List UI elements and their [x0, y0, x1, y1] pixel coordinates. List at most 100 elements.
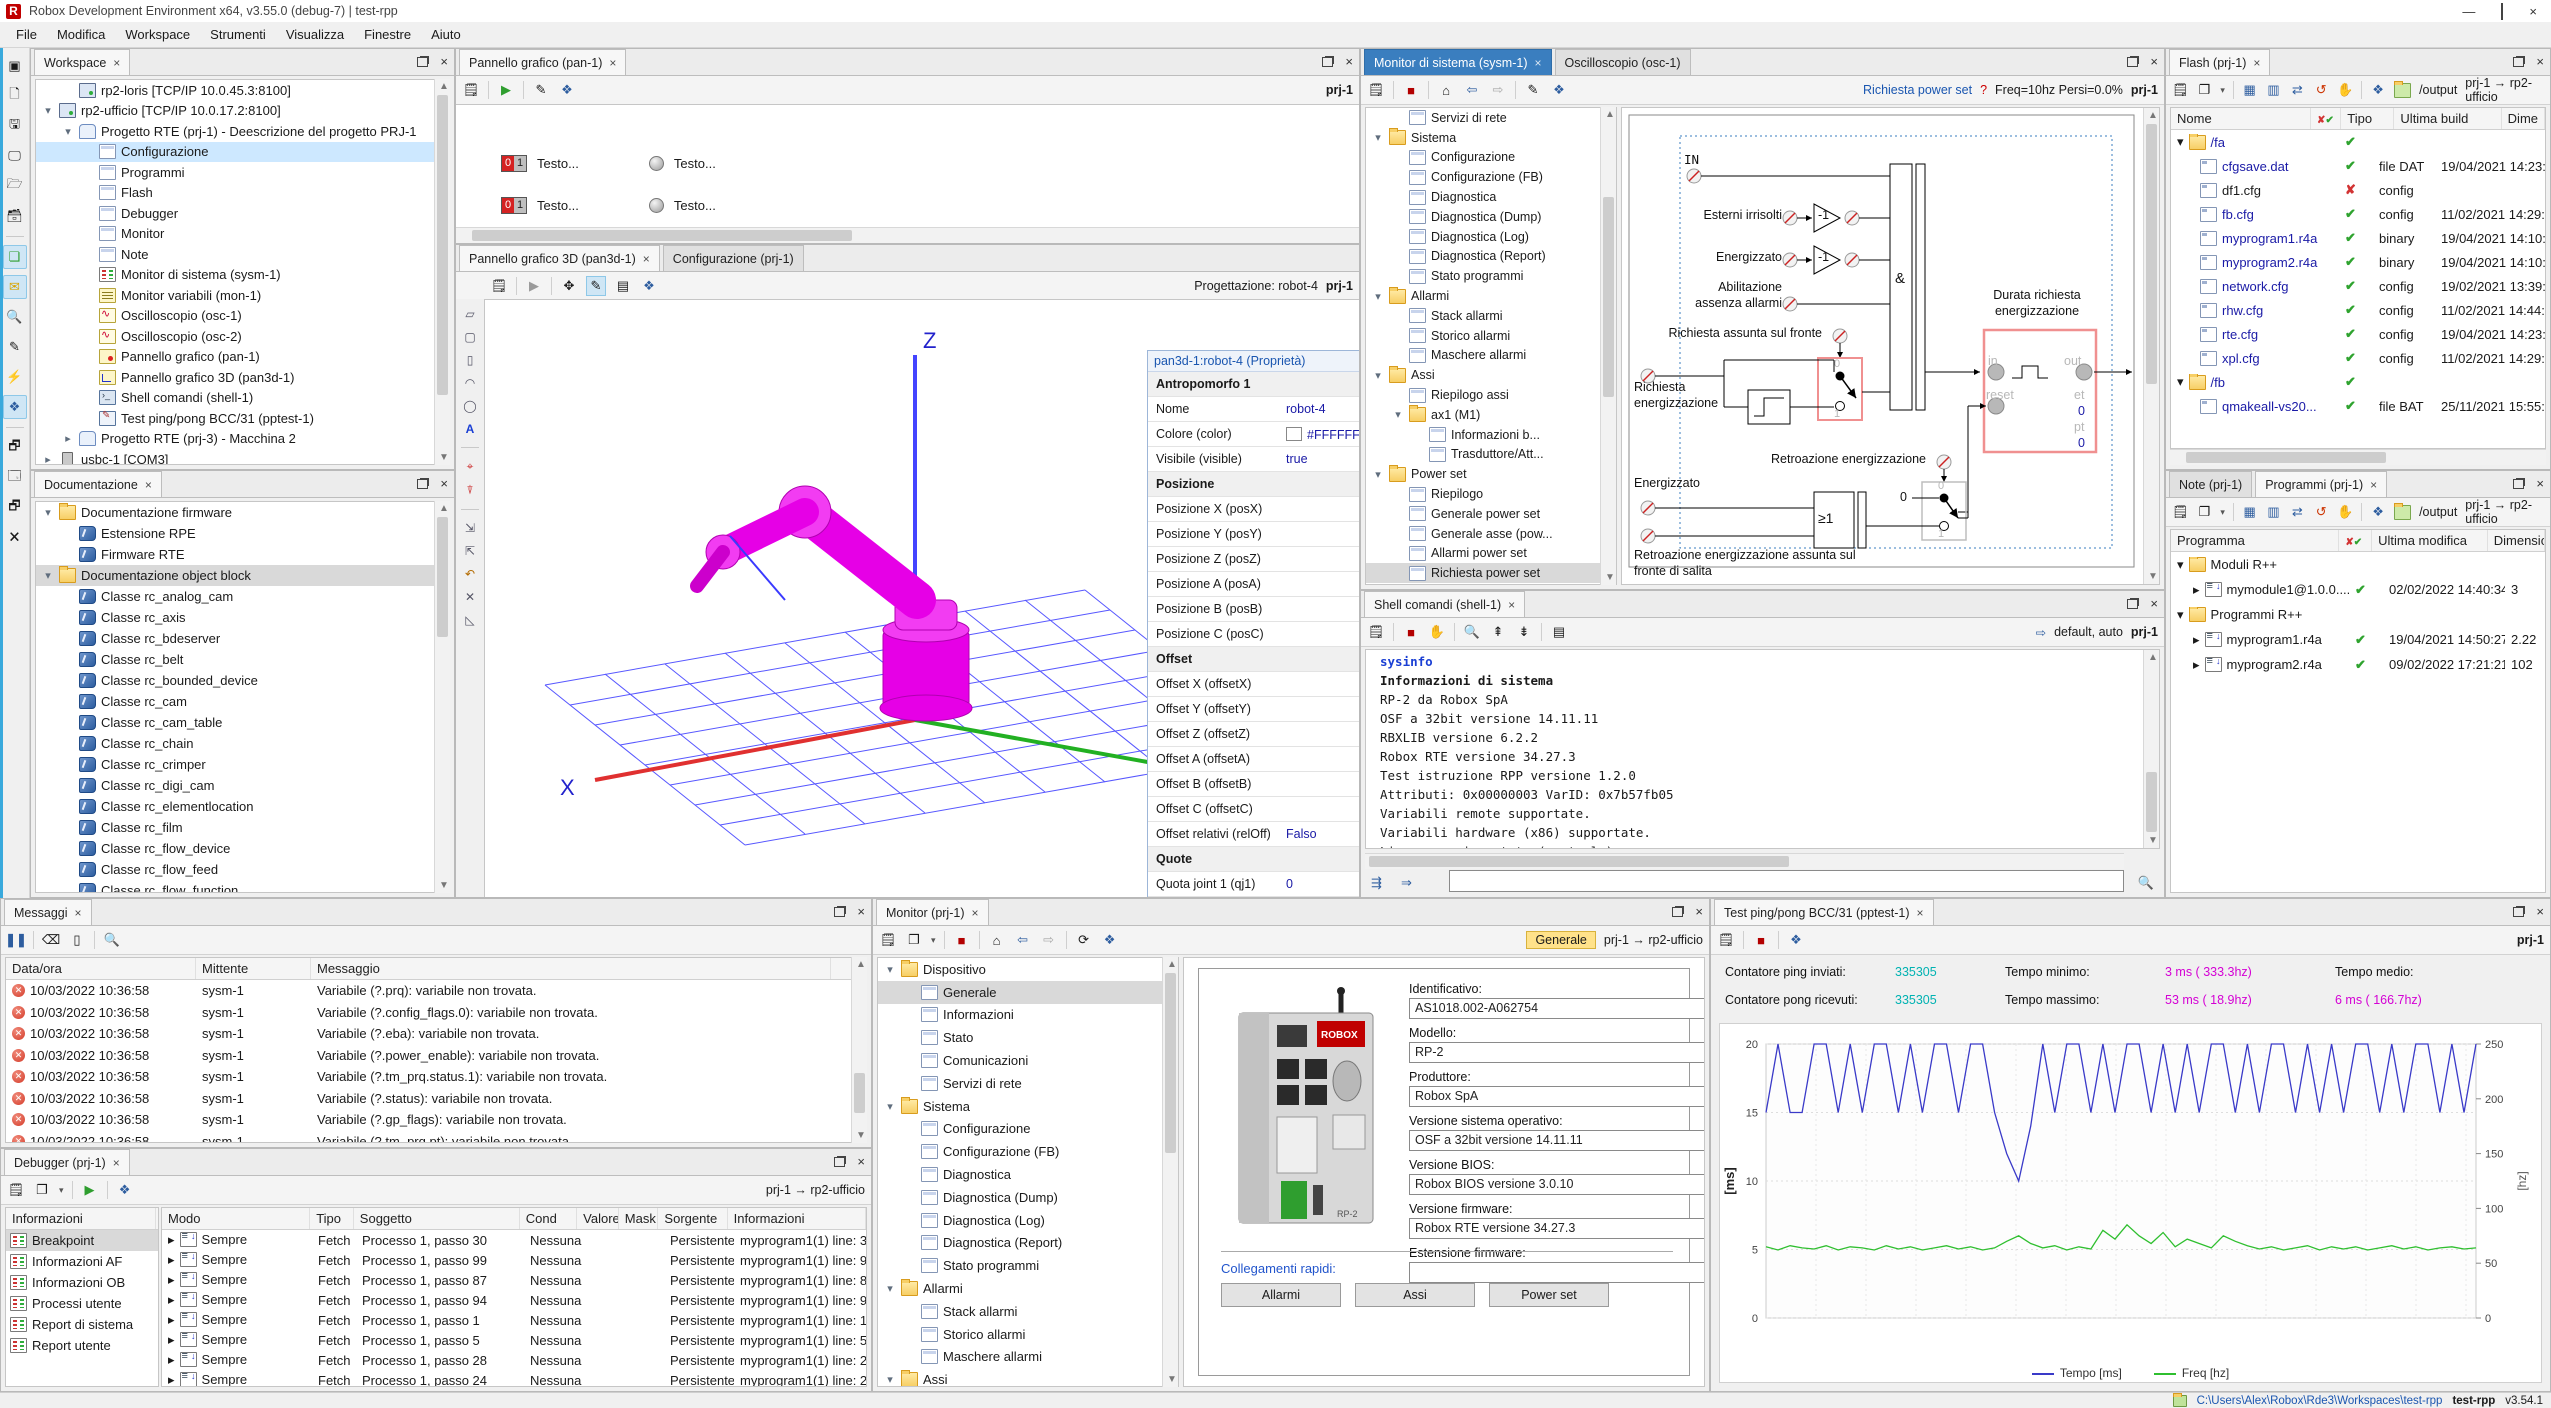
column-header[interactable]: Cond	[520, 1208, 577, 1229]
tab-flash[interactable]: Flash (prj-1)×	[2169, 49, 2270, 75]
column-header[interactable]: Dime	[2502, 108, 2545, 129]
breakpoint-row[interactable]: ▸SempreFetchProcesso 1, passo 5NessunaPe…	[162, 1330, 866, 1350]
hand-icon[interactable]: ✋	[2337, 81, 2353, 99]
menu-workspace[interactable]: Workspace	[115, 24, 200, 45]
save-icon[interactable]: 🖫	[3, 114, 27, 138]
design-mode-icon[interactable]: ✎	[586, 276, 606, 296]
tree-item[interactable]: Riepilogo	[1366, 484, 1616, 504]
breakpoint-row[interactable]: ▸SempreFetchProcesso 1, passo 87NessunaP…	[162, 1270, 866, 1290]
tree-item[interactable]: ▾Sistema	[1366, 128, 1616, 148]
tree-item[interactable]: Configurazione (FB)	[1366, 167, 1616, 187]
close-icon[interactable]: ×	[643, 252, 650, 266]
table-row[interactable]: myprogram2.r4a✔binary19/04/2021 14:10:36	[2171, 250, 2545, 274]
close-panel-icon[interactable]: ×	[2536, 904, 2544, 919]
table-row[interactable]: cfgsave.dat✔file DAT19/04/2021 14:23:33	[2171, 154, 2545, 178]
stop-icon[interactable]: ■	[953, 931, 971, 949]
design-mode-icon[interactable]: ✎	[532, 81, 550, 99]
menu-file[interactable]: File	[6, 24, 47, 45]
table-row[interactable]: ▾/fb✔	[2171, 370, 2545, 394]
tree-item[interactable]: Servizi di rete	[1366, 108, 1616, 128]
tree-item[interactable]: Informazioni b...	[1366, 425, 1616, 445]
tree-item[interactable]: ▾Sistema	[878, 1095, 1178, 1118]
field-value[interactable]: Robox SpA	[1409, 1086, 1705, 1107]
export-model-icon[interactable]: ⇱	[465, 544, 475, 558]
expander-icon[interactable]: ▾	[2177, 557, 2184, 573]
tree-item[interactable]: Richiesta power set	[1366, 563, 1616, 583]
tree-item[interactable]: Configurazione	[1366, 148, 1616, 168]
tab-messaggi[interactable]: Messaggi×	[4, 899, 92, 925]
tree-item[interactable]: ▾Power set	[1366, 464, 1616, 484]
tree-item[interactable]: Pannello grafico 3D (pan3d-1)	[36, 367, 449, 388]
reset-icon[interactable]: ↺	[2313, 81, 2329, 99]
window-restore-icon[interactable]: 🗗	[3, 436, 27, 460]
add-capsule-icon[interactable]: ◠	[465, 376, 475, 390]
float-panel-icon[interactable]	[417, 479, 428, 489]
tab-documentazione[interactable]: Documentazione×	[34, 471, 162, 497]
table-row[interactable]: fb.cfg✔config11/02/2021 14:29:16	[2171, 202, 2545, 226]
property-group-header[interactable]: Offset	[1148, 647, 1359, 672]
tab-note[interactable]: Note (prj-1)	[2169, 471, 2252, 497]
property-row[interactable]: Posizione Y (posY)	[1148, 522, 1359, 547]
menu-strumenti[interactable]: Strumenti	[200, 24, 276, 45]
tree-item[interactable]: Diagnostica (Dump)	[878, 1186, 1178, 1209]
tree-item[interactable]: Servizi di rete	[878, 1072, 1178, 1095]
tree-item[interactable]: Classe rc_cam_table	[36, 712, 449, 733]
close-icon[interactable]: ×	[113, 56, 120, 70]
tree-item[interactable]: ▸usbc-1 [COM3]	[36, 449, 449, 465]
back-icon[interactable]: ⇦	[1463, 81, 1481, 99]
run-icon[interactable]: ▶	[81, 1181, 99, 1199]
tab-oscilloscopio[interactable]: Oscilloscopio (osc-1)	[1555, 49, 1691, 75]
properties-icon[interactable]: 🗒	[7, 1181, 25, 1199]
properties-icon[interactable]: 🗒	[879, 931, 897, 949]
add-text-icon[interactable]: A	[466, 422, 475, 436]
tree-item[interactable]: Allarmi power set	[1366, 544, 1616, 564]
tree-item[interactable]: ▾Assi	[1366, 365, 1616, 385]
tab-workspace[interactable]: Workspace×	[34, 49, 130, 75]
tree-item[interactable]: Informazioni	[878, 1004, 1178, 1027]
help-book-icon[interactable]: ❖	[116, 1181, 134, 1199]
help-book-icon[interactable]: ❖	[558, 81, 576, 99]
tree-item[interactable]: ▾ax1 (M1)	[1366, 405, 1616, 425]
table-row[interactable]: myprogram1.r4a✔binary19/04/2021 14:10:36	[2171, 226, 2545, 250]
property-value[interactable]: #FFFFFF	[1286, 427, 1359, 442]
tree-item[interactable]: Comunicazioni	[878, 1049, 1178, 1072]
tree-item[interactable]: Riepilogo assi	[1366, 385, 1616, 405]
close-icon[interactable]: ×	[1917, 906, 1924, 920]
page-title-link[interactable]: Richiesta power set	[1863, 83, 1972, 97]
stop-icon[interactable]: ■	[1402, 81, 1420, 99]
column-header[interactable]: ✘✔	[2311, 108, 2341, 129]
column-header[interactable]: Modo	[162, 1208, 310, 1229]
minimize-button[interactable]: —	[2462, 4, 2475, 19]
documentation-scrollbar[interactable]: ▲▼	[434, 501, 450, 893]
tree-item[interactable]: Shell comandi (shell-1)	[36, 388, 449, 409]
table-row[interactable]: df1.cfg✘config	[2171, 178, 2545, 202]
table-row[interactable]: rhw.cfg✔config11/02/2021 14:44:00	[2171, 298, 2545, 322]
column-header[interactable]: Informazioni	[728, 1208, 866, 1229]
tree-item[interactable]: Configurazione (FB)	[878, 1140, 1178, 1163]
expander-icon[interactable]: ▸	[168, 1272, 175, 1288]
tab-test-pingpong[interactable]: Test ping/pong BCC/31 (pptest-1)×	[1714, 899, 1934, 925]
monitor-icon[interactable]: 🖵	[3, 144, 27, 168]
expander-icon[interactable]: ▸	[42, 453, 54, 465]
add-cylinder-icon[interactable]: ▯	[467, 353, 474, 367]
message-row[interactable]: ✕10/03/2022 10:36:58sysm-1Variabile (?.e…	[6, 1023, 866, 1045]
close-panel-icon[interactable]: ×	[440, 54, 448, 69]
properties-icon[interactable]: 🗒	[490, 277, 508, 295]
design-mode-icon[interactable]: ✎	[1524, 81, 1542, 99]
tree-item[interactable]: Configurazione	[878, 1118, 1178, 1141]
float-panel-icon[interactable]	[2513, 57, 2524, 67]
property-row[interactable]: Offset Y (offsetY)	[1148, 697, 1359, 722]
tree-item[interactable]: Diagnostica (Report)	[878, 1232, 1178, 1255]
breakpoint-row[interactable]: ▸SempreFetchProcesso 1, passo 28NessunaP…	[162, 1350, 866, 1370]
tree-item[interactable]: Diagnostica (Dump)	[1366, 207, 1616, 227]
table-row[interactable]: ▾Moduli R++	[2171, 552, 2545, 577]
undo-icon[interactable]: ↶	[465, 567, 475, 581]
property-row[interactable]: Offset A (offsetA)	[1148, 747, 1359, 772]
tree-item[interactable]: Classe rc_bounded_device	[36, 670, 449, 691]
close-panel-icon[interactable]: ×	[2536, 476, 2544, 491]
window-new-icon[interactable]: 🗔	[3, 466, 27, 490]
expander-icon[interactable]: ▾	[1372, 131, 1384, 144]
dropdown-icon[interactable]: ▾	[59, 1185, 64, 1196]
tree-item[interactable]: Monitor variabili (mon-1)	[36, 285, 449, 306]
add-robot-icon[interactable]: ⌖	[467, 459, 474, 474]
